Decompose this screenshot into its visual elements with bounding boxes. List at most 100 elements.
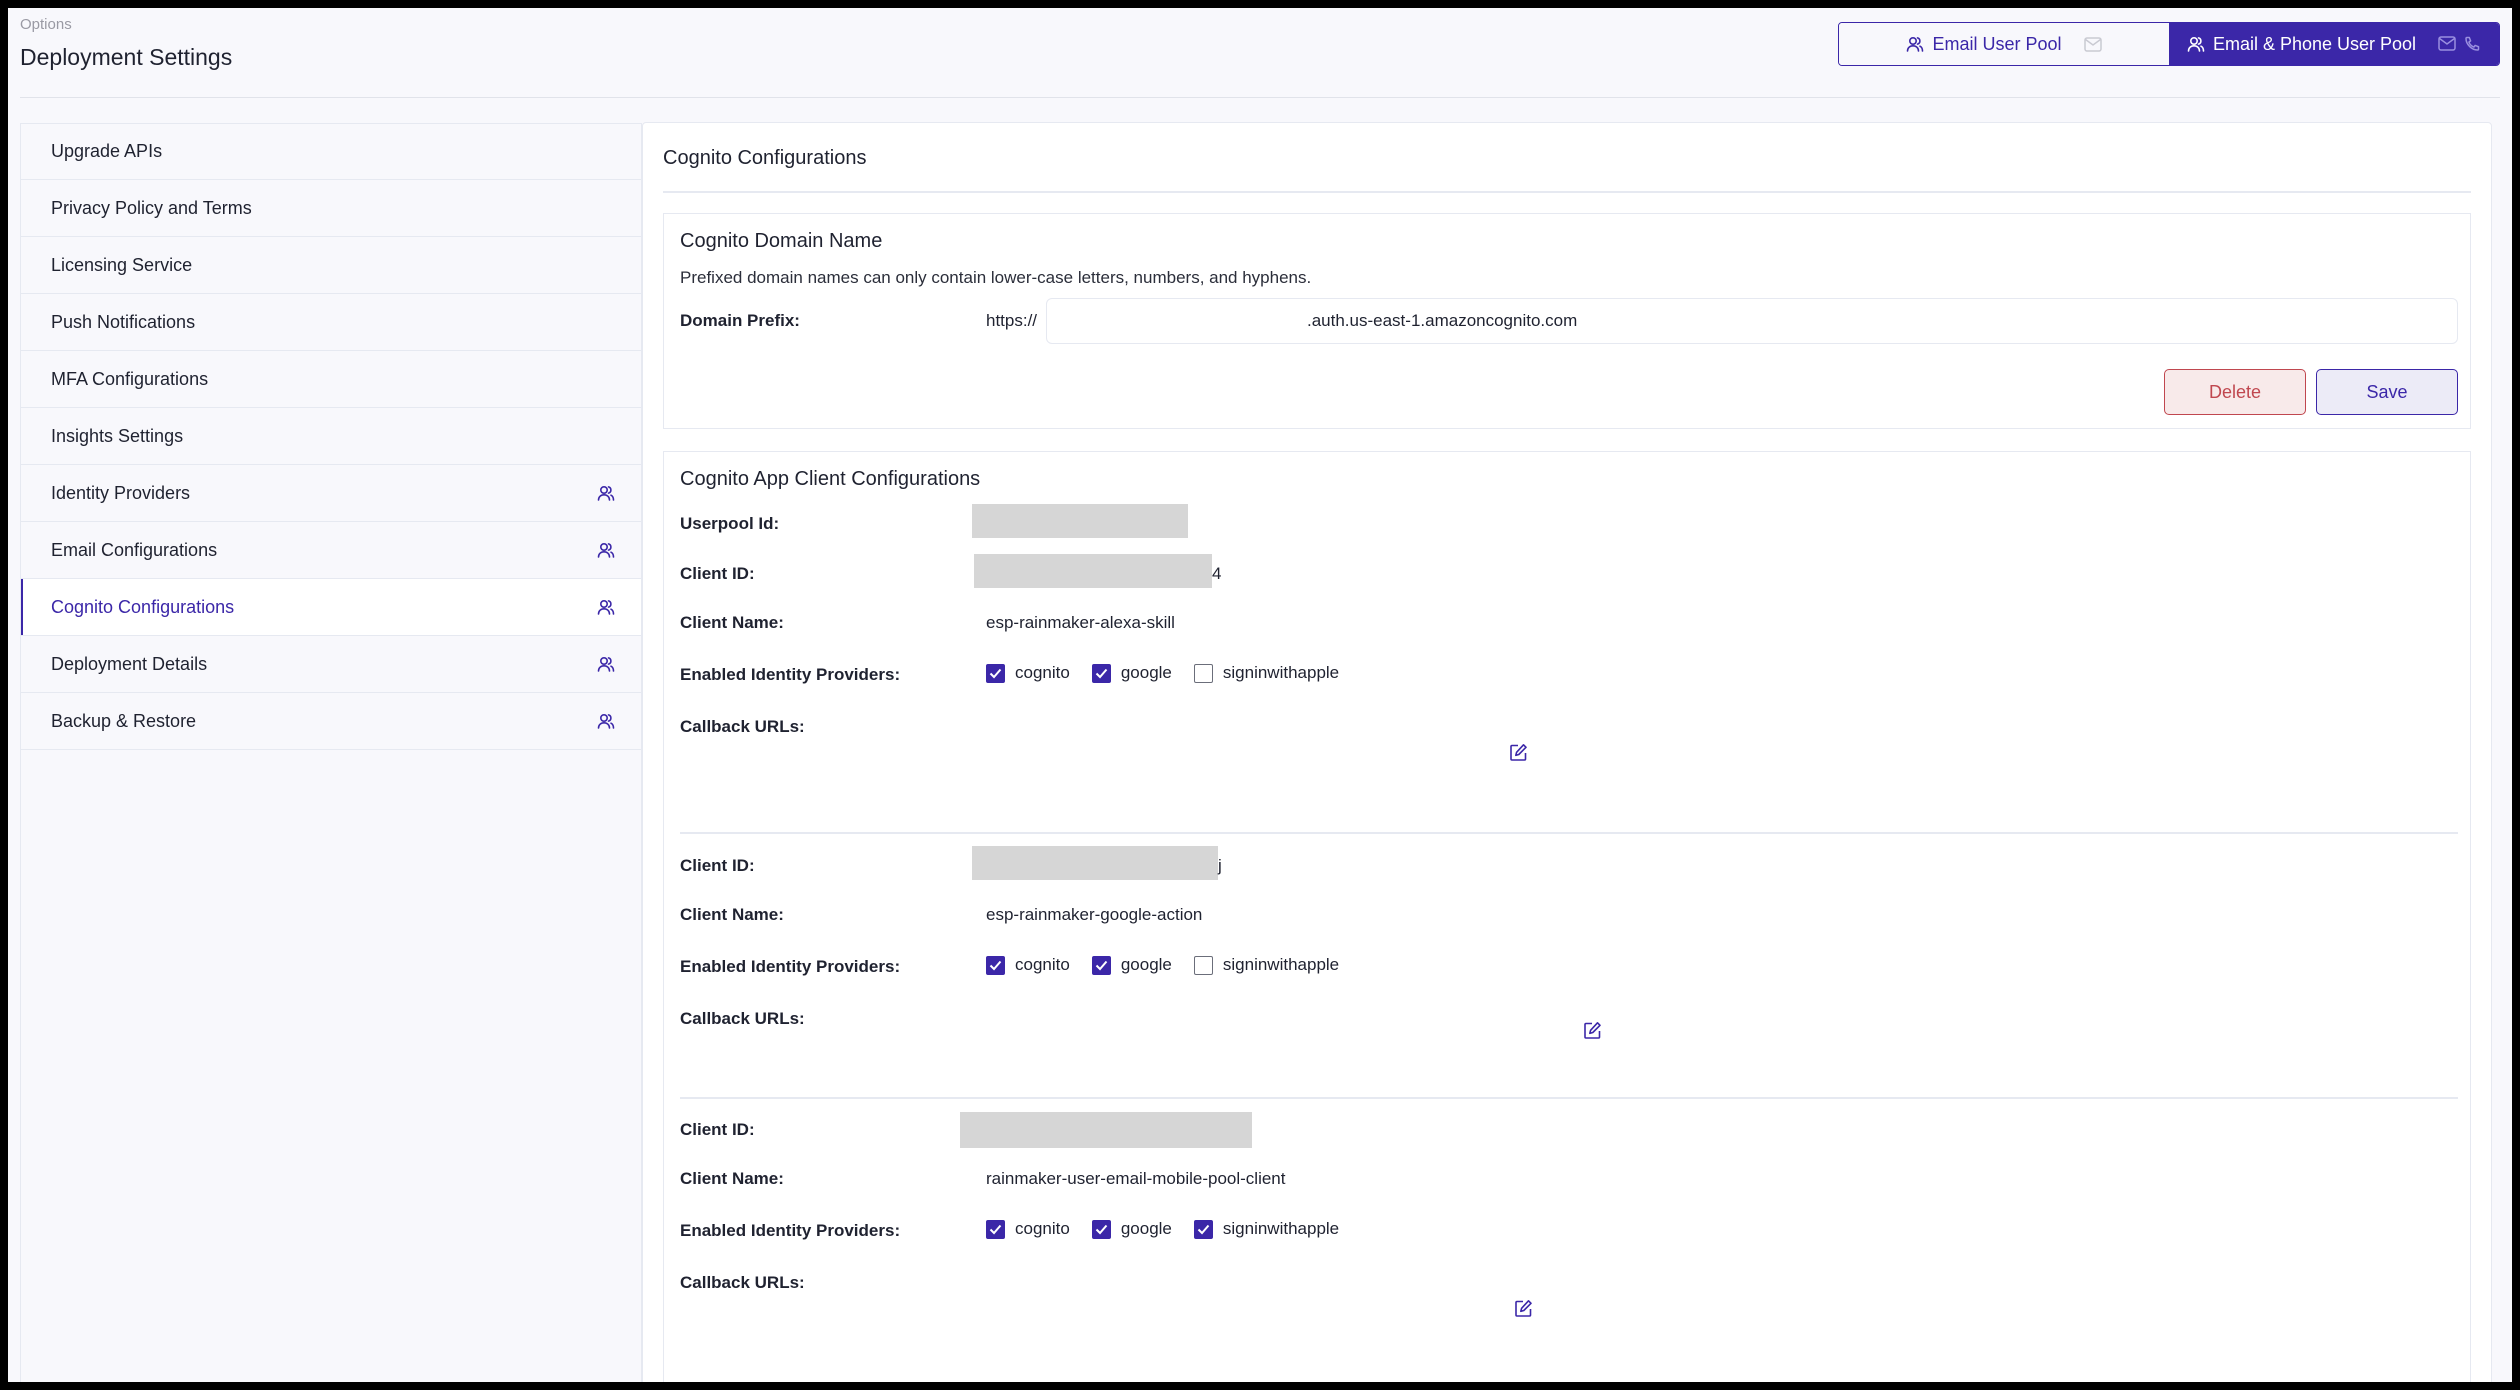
callback-urls-label: Callback URLs: — [680, 1273, 805, 1292]
sidebar-item-label: Identity Providers — [51, 482, 191, 503]
mail-icon — [2438, 35, 2456, 53]
email-user-pool-label: Email User Pool — [1932, 33, 2062, 54]
sidebar-item-label: Push Notifications — [51, 311, 196, 332]
checkbox-unchecked-icon[interactable] — [1193, 955, 1213, 975]
sidebar-item-label: MFA Configurations — [51, 368, 209, 389]
checkbox-checked-icon[interactable] — [1091, 663, 1111, 683]
client-id-label: Client ID: — [680, 564, 755, 583]
settings-sidebar: Upgrade APIs Privacy Policy and Terms Li… — [20, 123, 642, 1382]
sidebar-item-licensing-service[interactable]: Licensing Service — [21, 237, 641, 294]
phone-icon — [2464, 36, 2481, 53]
checkbox-label: cognito — [1015, 955, 1070, 974]
sidebar-item-label: Email Configurations — [51, 539, 218, 560]
sidebar-item-label: Insights Settings — [51, 425, 184, 446]
client-id-redacted — [974, 554, 1212, 588]
edit-icon[interactable] — [1509, 743, 1528, 762]
checkbox-label: cognito — [1015, 1219, 1070, 1238]
client-id-label: Client ID: — [680, 1120, 755, 1139]
save-button[interactable]: Save — [2316, 369, 2458, 415]
email-phone-user-pool-button[interactable]: Email & Phone User Pool — [2169, 23, 2499, 65]
checkbox-cognito[interactable]: cognito — [986, 955, 1070, 975]
provider-checkboxes: cognito google signinwithapple — [986, 955, 1339, 975]
checkbox-label: google — [1120, 1219, 1172, 1238]
mail-icon — [2083, 36, 2102, 52]
panel-divider — [663, 191, 2471, 193]
sidebar-item-label: Cognito Configurations — [51, 596, 235, 617]
sidebar-item-mfa-configurations[interactable]: MFA Configurations — [21, 351, 641, 408]
sidebar-item-insights-settings[interactable]: Insights Settings — [21, 408, 641, 465]
checkbox-label: signinwithapple — [1222, 1219, 1340, 1238]
client-id-redacted — [972, 846, 1218, 880]
client-name-value: rainmaker-user-email-mobile-pool-client — [986, 1169, 1286, 1188]
sidebar-item-label: Licensing Service — [51, 254, 193, 275]
sidebar-item-backup-restore[interactable]: Backup & Restore — [21, 693, 641, 750]
page-title: Deployment Settings — [20, 44, 233, 70]
delete-button[interactable]: Delete — [2164, 369, 2306, 415]
checkbox-label: signinwithapple — [1222, 663, 1340, 682]
checkbox-label: google — [1120, 663, 1172, 682]
providers-label: Enabled Identity Providers: — [680, 665, 901, 684]
checkbox-checked-icon[interactable] — [986, 1219, 1005, 1239]
domain-description: Prefixed domain names can only contain l… — [680, 268, 1312, 287]
sidebar-item-email-configurations[interactable]: Email Configurations — [21, 522, 641, 579]
sidebar-item-label: Privacy Policy and Terms — [51, 197, 252, 218]
checkbox-cognito[interactable]: cognito — [986, 1219, 1070, 1239]
checkbox-checked-icon[interactable] — [1091, 955, 1111, 975]
providers-label: Enabled Identity Providers: — [680, 957, 901, 976]
checkbox-checked-icon[interactable] — [986, 955, 1005, 975]
client-id-tail: j — [1218, 856, 1222, 875]
users-icon — [597, 713, 615, 729]
sidebar-item-upgrade-apis[interactable]: Upgrade APIs — [21, 123, 641, 180]
cognito-configurations-panel: Cognito Configurations Cognito Domain Na… — [642, 122, 2492, 1382]
domain-scheme: https:// — [986, 311, 1038, 330]
provider-checkboxes: cognito google signinwithapple — [986, 663, 1339, 683]
client-name-label: Client Name: — [680, 613, 784, 632]
sidebar-item-push-notifications[interactable]: Push Notifications — [21, 294, 641, 351]
checkbox-label: cognito — [1015, 663, 1070, 682]
header-divider — [20, 97, 2500, 98]
checkbox-label: signinwithapple — [1222, 955, 1340, 974]
client-id-tail: 4 — [1212, 564, 1222, 583]
users-icon — [597, 542, 615, 558]
client-name-label: Client Name: — [680, 1169, 784, 1188]
domain-prefix-input[interactable] — [1046, 298, 2458, 344]
checkbox-cognito[interactable]: cognito — [986, 663, 1070, 683]
sidebar-item-label: Deployment Details — [51, 653, 208, 674]
sidebar-item-label: Upgrade APIs — [51, 141, 163, 161]
user-pool-toggle: Email User Pool Email & Phone User Pool — [1838, 22, 2500, 66]
userpool-id-redacted — [972, 504, 1188, 538]
app-window: Options Deployment Settings Email User P… — [8, 8, 2512, 1382]
sidebar-item-deployment-details[interactable]: Deployment Details — [21, 636, 641, 693]
checkbox-checked-icon[interactable] — [1193, 1219, 1213, 1239]
users-icon — [2187, 36, 2205, 52]
breadcrumb[interactable]: Options — [20, 16, 72, 33]
checkbox-unchecked-icon[interactable] — [1193, 663, 1213, 683]
edit-icon[interactable] — [1583, 1021, 1602, 1040]
checkbox-signinwithapple[interactable]: signinwithapple — [1193, 955, 1340, 975]
client-name-value: esp-rainmaker-alexa-skill — [986, 613, 1175, 632]
sidebar-item-privacy-policy[interactable]: Privacy Policy and Terms — [21, 180, 641, 237]
checkbox-checked-icon[interactable] — [1091, 1219, 1111, 1239]
client-name-value: esp-rainmaker-google-action — [986, 905, 1203, 924]
domain-card-title: Cognito Domain Name — [680, 230, 883, 252]
domain-prefix-label: Domain Prefix: — [680, 311, 800, 330]
edit-icon[interactable] — [1514, 1299, 1533, 1318]
checkbox-google[interactable]: google — [1091, 955, 1172, 975]
clients-card-title: Cognito App Client Configurations — [680, 468, 981, 490]
sidebar-item-identity-providers[interactable]: Identity Providers — [21, 465, 641, 522]
provider-checkboxes: cognito google signinwithapple — [986, 1219, 1339, 1239]
email-user-pool-button[interactable]: Email User Pool — [1839, 23, 2169, 65]
checkbox-google[interactable]: google — [1091, 663, 1172, 683]
sidebar-item-cognito-configurations[interactable]: Cognito Configurations — [21, 579, 641, 636]
users-icon — [597, 599, 615, 615]
checkbox-signinwithapple[interactable]: signinwithapple — [1193, 663, 1340, 683]
client-divider — [680, 1097, 2458, 1099]
checkbox-signinwithapple[interactable]: signinwithapple — [1193, 1219, 1340, 1239]
userpool-id-label: Userpool Id: — [680, 514, 780, 533]
client-name-label: Client Name: — [680, 905, 784, 924]
checkbox-checked-icon[interactable] — [986, 663, 1005, 683]
checkbox-google[interactable]: google — [1091, 1219, 1172, 1239]
callback-urls-label: Callback URLs: — [680, 717, 805, 736]
client-divider — [680, 832, 2458, 834]
checkbox-label: google — [1120, 955, 1172, 974]
